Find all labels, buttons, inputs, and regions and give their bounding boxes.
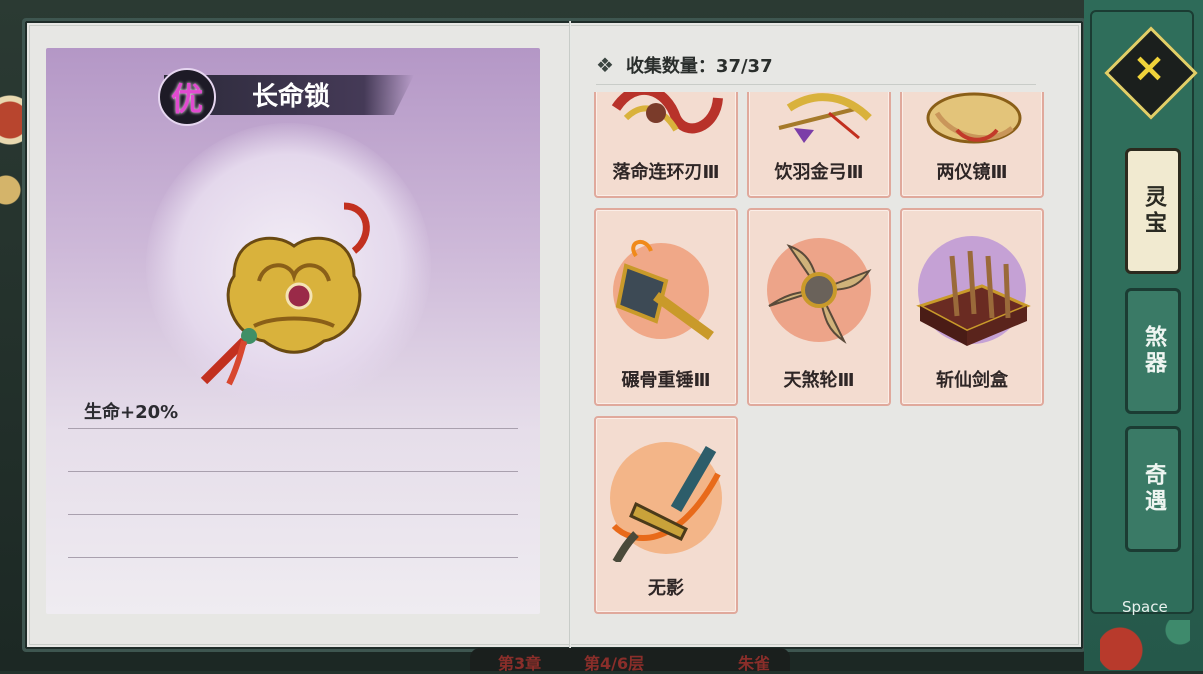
mirror-icon [926, 92, 1022, 144]
stat-bonus: 生命+20% [84, 402, 179, 423]
tab-label: 煞器 [1141, 325, 1166, 377]
boss-label: 朱雀 [738, 654, 771, 673]
golden-bow-icon [778, 93, 872, 143]
item-name: 饮羽金弓Ⅲ [774, 162, 864, 183]
divider-line [68, 428, 518, 429]
collection-count: ❖ 收集数量：37/37 [596, 52, 773, 78]
item-card[interactable]: 斩仙剑盒 [900, 208, 1044, 406]
floor-label: 第4/6层 [584, 654, 645, 673]
sword-box-icon [916, 236, 1031, 346]
item-name: 无影 [648, 578, 684, 599]
header-divider [596, 84, 1036, 85]
item-card[interactable]: 落命连环刃Ⅲ [594, 92, 738, 198]
tassel-decoration [1100, 620, 1190, 670]
item-name: 斩仙剑盒 [936, 370, 1008, 391]
hammer-icon [613, 240, 714, 341]
item-name: 天煞轮Ⅲ [783, 370, 855, 391]
tab-shaqi[interactable]: 煞器 [1125, 288, 1181, 414]
chapter-label: 第3章 [498, 654, 542, 673]
blade-wheel-icon [767, 238, 872, 344]
item-card[interactable]: 两仪镜Ⅲ [900, 92, 1044, 198]
longevity-lock-icon [200, 202, 370, 386]
divider-line [68, 471, 518, 472]
chain-blade-icon [611, 92, 723, 134]
tab-lingbao[interactable]: 灵宝 [1125, 148, 1181, 274]
tab-label: 奇遇 [1141, 463, 1166, 515]
item-card[interactable]: 饮羽金弓Ⅲ [747, 92, 891, 198]
item-detail-card: 优 长命锁 生命+20% [46, 48, 540, 614]
item-title: 长命锁 [252, 82, 331, 112]
item-name: 两仪镜Ⅲ [936, 162, 1008, 183]
item-name: 落命连环刃Ⅲ [612, 162, 720, 183]
item-card[interactable]: 无影 [594, 416, 738, 614]
divider-line [68, 514, 518, 515]
divider-line [68, 557, 518, 558]
space-key-hint: Space [1122, 598, 1168, 616]
item-name: 碾骨重锤Ⅲ [621, 370, 711, 391]
rarity-badge: 优 [158, 68, 216, 126]
item-card[interactable]: 碾骨重锤Ⅲ [594, 208, 738, 406]
close-icon[interactable]: × [1129, 48, 1169, 88]
item-grid: 落命连环刃Ⅲ 饮羽金弓Ⅲ 两仪镜Ⅲ 碾骨重锤Ⅲ 天煞轮Ⅲ 斩仙剑盒 无影 [592, 92, 1048, 616]
book-spine [569, 21, 571, 649]
diamond-icon: ❖ [596, 53, 614, 77]
item-card[interactable]: 天煞轮Ⅲ [747, 208, 891, 406]
tab-label: 灵宝 [1141, 185, 1166, 237]
tab-qiyu[interactable]: 奇遇 [1125, 426, 1181, 552]
collection-count-label: 收集数量：37/37 [625, 56, 773, 77]
sword-hilt-icon [610, 442, 722, 562]
rarity-label: 优 [170, 80, 203, 118]
